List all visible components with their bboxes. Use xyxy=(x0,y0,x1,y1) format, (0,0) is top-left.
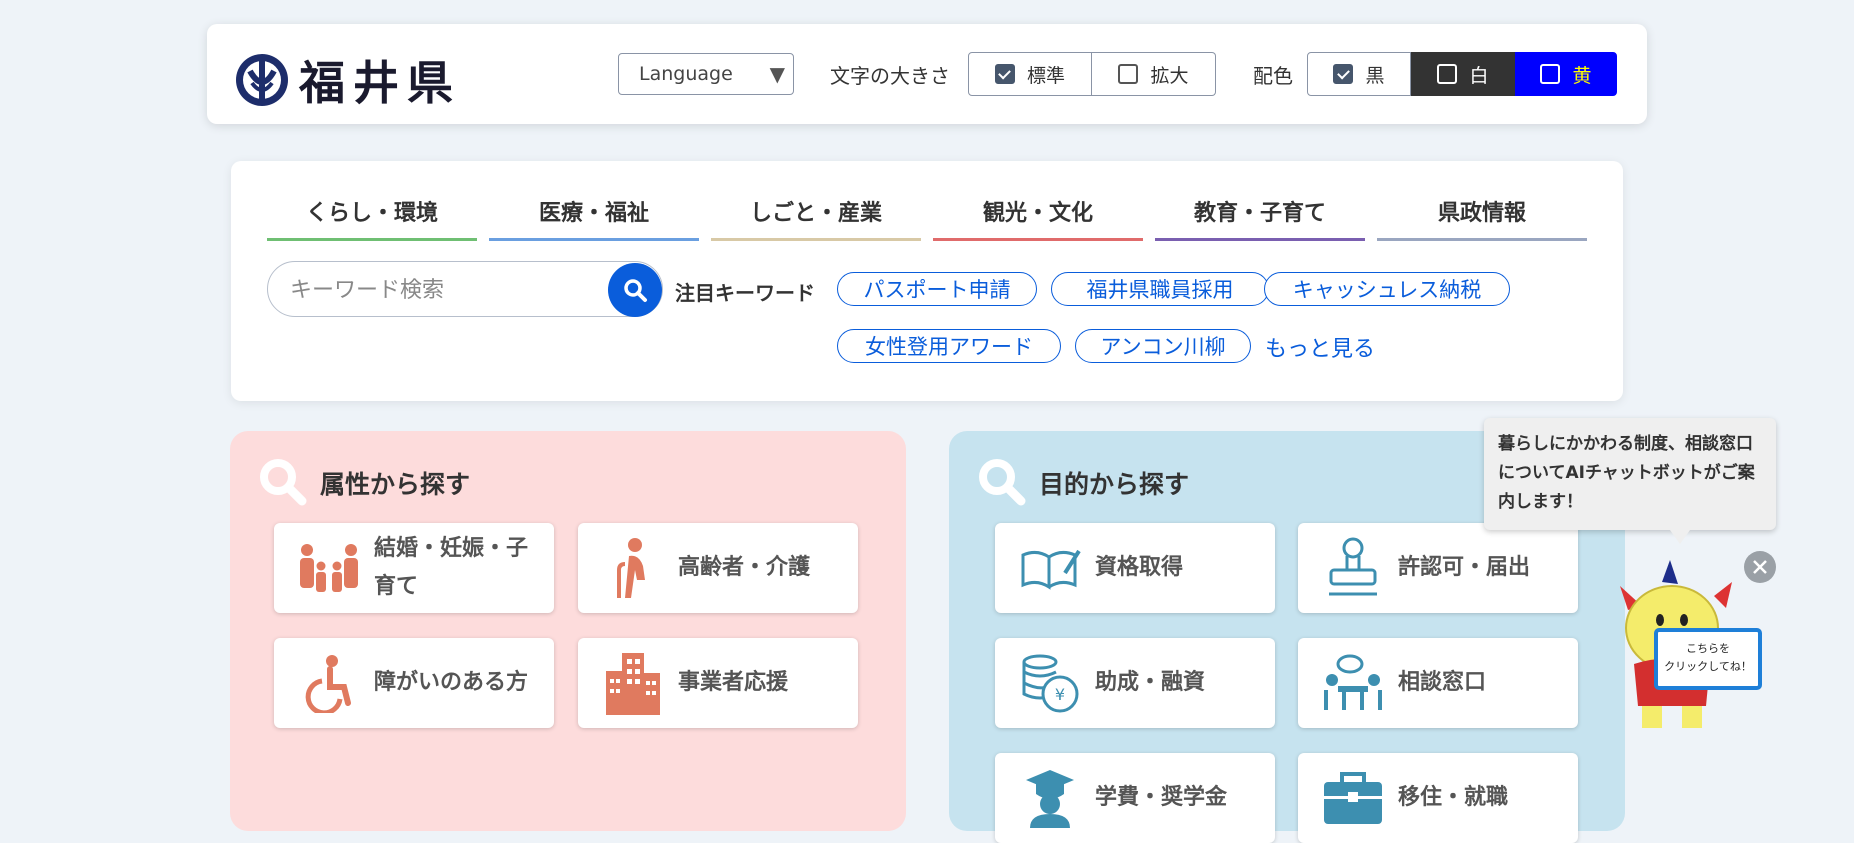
logo-text: 福井県 xyxy=(299,56,461,110)
purpose-card-qualification[interactable]: 資格取得 xyxy=(995,523,1275,613)
language-select[interactable]: Language ▼ xyxy=(618,53,794,95)
book-icon xyxy=(1015,533,1085,603)
purpose-card-scholarship[interactable]: 学費・奨学金 xyxy=(995,753,1275,843)
keyword-link-ancon-senryu[interactable]: アンコン川柳 xyxy=(1075,329,1251,363)
attribute-card-label: 障がいのある方 xyxy=(374,670,529,695)
keyword-link-passport[interactable]: パスポート申請 xyxy=(837,272,1037,306)
fukui-emblem-icon xyxy=(236,54,288,106)
nav-tab-medical-welfare[interactable]: 医療・福祉 xyxy=(489,183,699,241)
search-by-attribute-panel: 属性から探す 結婚・妊娠・子育て 高齢者・介護 障がいのある方 事業者応援 xyxy=(230,431,906,831)
attribute-card-label: 結婚・妊娠・子育て xyxy=(374,536,529,599)
purpose-card-relocation-jobs[interactable]: 移住・就職 xyxy=(1298,753,1578,843)
purpose-panel-heading: 目的から探す xyxy=(977,457,1189,509)
featured-keywords-label: 注目キーワード xyxy=(675,281,815,305)
purpose-card-label: 学費・奨学金 xyxy=(1095,785,1228,810)
consultation-icon xyxy=(1318,648,1388,718)
main-nav-tabs: くらし・環境 医療・福祉 しごと・産業 観光・文化 教育・子育て 県政情報 xyxy=(267,183,1587,241)
purpose-card-label: 助成・融資 xyxy=(1095,670,1206,695)
chatbot-mascot[interactable]: こちらを クリックしてね！ xyxy=(1614,556,1774,736)
family-icon xyxy=(294,533,364,603)
color-white-label: 白 xyxy=(1469,64,1489,87)
purpose-card-label: 許認可・届出 xyxy=(1398,555,1531,580)
checkbox-icon xyxy=(1437,64,1458,84)
purpose-card-label: 相談窓口 xyxy=(1398,670,1487,695)
checkbox-icon xyxy=(1118,64,1139,84)
font-size-large-button[interactable]: 拡大 xyxy=(1092,52,1216,96)
purpose-card-label: 資格取得 xyxy=(1095,555,1184,580)
coins-icon: ¥ xyxy=(1015,648,1085,718)
purpose-card-permits[interactable]: 許認可・届出 xyxy=(1298,523,1578,613)
site-header: 福井県 Language ▼ 文字の大きさ 標準 拡大 配色 黒 白 黄 xyxy=(207,24,1647,124)
checkbox-icon xyxy=(1540,64,1561,84)
language-select-label: Language xyxy=(639,63,733,85)
svg-text:クリックしてね！: クリックしてね！ xyxy=(1664,660,1752,673)
magnifier-icon xyxy=(979,459,1026,506)
mascot-character-icon: こちらを クリックしてね！ xyxy=(1620,560,1762,728)
attribute-card-label: 事業者応援 xyxy=(678,670,789,695)
attribute-card-disability[interactable]: 障がいのある方 xyxy=(274,638,554,728)
font-size-standard-label: 標準 xyxy=(1026,64,1065,87)
magnifier-icon xyxy=(260,459,307,506)
purpose-panel-title: 目的から探す xyxy=(1039,470,1190,499)
nav-tab-work-industry[interactable]: しごと・産業 xyxy=(711,183,921,241)
purpose-card-subsidies[interactable]: ¥ 助成・融資 xyxy=(995,638,1275,728)
elderly-icon xyxy=(598,533,668,603)
keyword-link-cashless-tax[interactable]: キャッシュレス納税 xyxy=(1264,272,1510,306)
attribute-panel-heading: 属性から探す xyxy=(258,457,470,509)
font-size-options: 標準 拡大 xyxy=(968,52,1216,96)
checkbox-checked-icon xyxy=(1333,64,1354,84)
search-icon xyxy=(624,279,647,302)
keyword-link-women-award[interactable]: 女性登用アワード xyxy=(837,329,1061,363)
wheelchair-icon xyxy=(294,648,364,718)
keyword-search-box xyxy=(267,261,663,317)
stamp-icon xyxy=(1318,533,1388,603)
attribute-card-elderly-care[interactable]: 高齢者・介護 xyxy=(578,523,858,613)
font-size-large-label: 拡大 xyxy=(1150,64,1189,87)
keyword-search-input[interactable] xyxy=(288,274,592,306)
color-black-button[interactable]: 黒 xyxy=(1307,52,1411,96)
svg-text:こちらを: こちらを xyxy=(1686,642,1730,655)
nav-tab-living-environment[interactable]: くらし・環境 xyxy=(267,183,477,241)
briefcase-icon xyxy=(1318,763,1388,833)
search-button[interactable] xyxy=(608,263,662,317)
color-white-button[interactable]: 白 xyxy=(1411,52,1515,96)
more-keywords-link[interactable]: もっと見る xyxy=(1265,331,1375,363)
building-icon xyxy=(598,648,668,718)
dropdown-arrow-icon: ▼ xyxy=(769,62,785,86)
svg-text:¥: ¥ xyxy=(1055,685,1065,704)
color-yellow-label: 黄 xyxy=(1572,64,1592,87)
purpose-card-label: 移住・就職 xyxy=(1398,785,1509,810)
graduate-icon xyxy=(1015,763,1085,833)
purpose-card-consultation[interactable]: 相談窓口 xyxy=(1298,638,1578,728)
attribute-card-label: 高齢者・介護 xyxy=(678,555,811,580)
navigation-panel: くらし・環境 医療・福祉 しごと・産業 観光・文化 教育・子育て 県政情報 注目… xyxy=(231,161,1623,401)
attribute-panel-title: 属性から探す xyxy=(320,470,471,499)
nav-tab-education-childcare[interactable]: 教育・子育て xyxy=(1155,183,1365,241)
nav-tab-tourism-culture[interactable]: 観光・文化 xyxy=(933,183,1143,241)
color-scheme-options: 黒 白 黄 xyxy=(1307,52,1617,96)
color-yellow-button[interactable]: 黄 xyxy=(1515,52,1617,96)
site-logo[interactable]: 福井県 xyxy=(235,47,461,113)
attribute-card-business-support[interactable]: 事業者応援 xyxy=(578,638,858,728)
font-size-standard-button[interactable]: 標準 xyxy=(968,52,1092,96)
color-scheme-label: 配色 xyxy=(1253,64,1293,88)
keyword-link-staff-recruitment[interactable]: 福井県職員採用 xyxy=(1051,272,1269,306)
color-black-label: 黒 xyxy=(1365,64,1385,87)
attribute-card-marriage-childcare[interactable]: 結婚・妊娠・子育て xyxy=(274,523,554,613)
chatbot-speech-bubble[interactable]: 暮らしにかかわる制度、相談窓口についてAIチャットボットがご案内します！ xyxy=(1484,418,1776,544)
checkbox-checked-icon xyxy=(994,64,1015,84)
nav-tab-prefectural-info[interactable]: 県政情報 xyxy=(1377,183,1587,241)
font-size-label: 文字の大きさ xyxy=(830,64,950,88)
